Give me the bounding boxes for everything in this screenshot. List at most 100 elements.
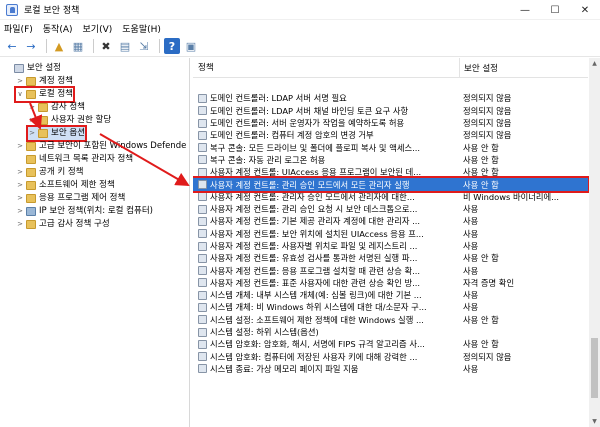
tree-item-content[interactable]: > 보안 옵션: [26, 125, 87, 142]
tree-item[interactable]: 보안 설정: [0, 62, 189, 75]
tree-item[interactable]: > 공개 키 정책: [0, 166, 189, 179]
policy-row[interactable]: 사용자 계정 컨트롤: 관리자 승인 모드에서 관리자에 대한... 비 Wind…: [193, 191, 588, 203]
tree-item-content[interactable]: > IP 보안 정책(위치: 로컬 컴퓨터): [16, 205, 153, 218]
policy-row[interactable]: 시스템 설정: 소프트웨어 제한 정책에 대한 Windows 실행 ... 사용…: [193, 314, 588, 326]
policy-list-pane: 정책 보안 설정 도메인 컨트롤러: LDAP 서버 서명 필요 정의되지 않음 도…: [193, 58, 600, 427]
menu-view[interactable]: 보기(V): [83, 22, 113, 35]
policy-row[interactable]: 시스템 개체: 내부 시스템 개체(예: 심볼 링크)에 대한 기본 ... 사용: [193, 289, 588, 301]
properties-icon[interactable]: ▤: [117, 38, 133, 54]
policy-row[interactable]: [193, 80, 588, 92]
tree-item-content[interactable]: > 계정 정책: [16, 75, 73, 88]
policy-row[interactable]: 시스템 설정: 하위 시스템(옵션): [193, 326, 588, 338]
forward-arrow-icon[interactable]: →: [23, 38, 39, 54]
tree-item[interactable]: > 계정 정책: [0, 75, 189, 88]
chevron-right-icon[interactable]: >: [16, 75, 24, 88]
tree-item[interactable]: > 고급 보안이 포함된 Windows Defende: [0, 140, 189, 153]
tree-item-content[interactable]: > 감사 정책: [28, 101, 85, 114]
chevron-right-icon[interactable]: >: [16, 179, 24, 192]
column-header-security-setting[interactable]: 보안 설정: [460, 62, 498, 74]
tree-item[interactable]: > 고급 감사 정책 구성: [0, 218, 189, 231]
policy-row[interactable]: 도메인 컨트롤러: LDAP 서버 채널 바인딩 토큰 요구 사항 정의되지 않음: [193, 105, 588, 117]
policy-row[interactable]: 도메인 컨트롤러: 컴퓨터 계정 암호의 변경 거부 정의되지 않음: [193, 129, 588, 141]
policy-row[interactable]: 사용자 계정 컨트롤: 관리 승인 요청 시 보안 데스크톱으로... 사용: [193, 203, 588, 215]
tree-item[interactable]: > IP 보안 정책(위치: 로컬 컴퓨터): [0, 205, 189, 218]
policy-setting-icon: [198, 155, 207, 165]
export-list-icon[interactable]: ⇲: [136, 38, 152, 54]
policy-row[interactable]: 도메인 컨트롤러: LDAP 서버 서명 필요 정의되지 않음: [193, 92, 588, 104]
show-tree-icon[interactable]: ▦: [70, 38, 86, 54]
help-icon[interactable]: ?: [164, 38, 180, 54]
security-setting-value: 정의되지 않음: [463, 105, 512, 116]
tree-item-content[interactable]: > 응용 프로그램 제어 정책: [16, 192, 125, 205]
policy-cell: 시스템 종료: 가상 메모리 페이지 파일 지움: [193, 363, 460, 375]
chevron-right-icon[interactable]: >: [16, 205, 24, 218]
policy-name: 시스템 암호화: 암호화, 해시, 서명에 FIPS 규격 알고리즘 사...: [210, 339, 425, 350]
policy-row[interactable]: 사용자 계정 컨트롤: 보안 위치에 설치된 UIAccess 응용 프... 사…: [193, 228, 588, 240]
minimize-button[interactable]: —: [510, 0, 540, 20]
policy-row[interactable]: 사용자 계정 컨트롤: 유효성 검사를 통과한 서명된 실행 파... 사용 안 …: [193, 252, 588, 264]
chevron-right-icon[interactable]: >: [28, 127, 36, 140]
tree-item[interactable]: > 보안 옵션: [0, 125, 189, 142]
menu-file[interactable]: 파일(F): [4, 22, 33, 35]
policy-row[interactable]: 시스템 종료: 가상 메모리 페이지 파일 지움 사용: [193, 363, 588, 375]
policy-row[interactable]: 사용자 계정 컨트롤: 표준 사용자에 대한 관련 상승 확인 방... 자격 증…: [193, 277, 588, 289]
tree-item-label: 감사 정책: [51, 102, 85, 112]
policy-row[interactable]: 복구 콘솔: 모든 드라이브 및 폴더에 플로피 복사 및 액세스... 사용 안…: [193, 141, 588, 153]
tree-item-content[interactable]: > 고급 보안이 포함된 Windows Defende: [16, 140, 186, 153]
policy-setting-icon: [198, 352, 207, 362]
scroll-up-icon[interactable]: ▲: [589, 58, 600, 69]
maximize-button[interactable]: ☐: [540, 0, 570, 20]
policy-row[interactable]: 시스템 암호화: 컴퓨터에 저장된 사용자 키에 대해 강력한 ... 정의되지 …: [193, 351, 588, 363]
tree-item-label: 사용자 권한 할당: [51, 115, 112, 125]
tree-item[interactable]: > 소프트웨어 제한 정책: [0, 179, 189, 192]
policy-row[interactable]: 시스템 암호화: 암호화, 해시, 서명에 FIPS 규격 알고리즘 사... 사…: [193, 338, 588, 350]
menu-help[interactable]: 도움말(H): [122, 22, 161, 35]
chevron-right-icon[interactable]: >: [28, 114, 36, 127]
chevron-right-icon[interactable]: >: [28, 101, 36, 114]
back-arrow-icon[interactable]: ←: [4, 38, 20, 54]
policy-row[interactable]: 사용자 계정 컨트롤: 응용 프로그램 설치할 때 관련 상승 확... 사용: [193, 264, 588, 276]
view-icon[interactable]: ▣: [183, 38, 199, 54]
selected-policy-row[interactable]: 사용자 계정 컨트롤: 관리 승인 모드에서 모든 관리자 실행 사용 안 함: [193, 176, 590, 193]
chevron-down-icon[interactable]: ∨: [16, 88, 24, 101]
column-header-policy[interactable]: 정책: [193, 58, 460, 78]
chevron-right-icon[interactable]: >: [16, 166, 24, 179]
scrollbar-thumb[interactable]: [591, 338, 598, 398]
tree-item-content[interactable]: 보안 설정: [4, 62, 61, 75]
toolbar-divider: [46, 39, 47, 53]
policy-setting-icon: [198, 180, 207, 190]
close-button[interactable]: ✕: [570, 0, 600, 20]
scroll-down-icon[interactable]: ▼: [589, 416, 600, 427]
policy-row[interactable]: 시스템 개체: 비 Windows 하위 시스템에 대한 대/소문자 구... 사…: [193, 301, 588, 313]
tree-item-content[interactable]: ∨ 로컬 정책: [14, 86, 75, 103]
security-setting-value: 사용 안 함: [463, 167, 499, 178]
delete-icon[interactable]: ✖: [98, 38, 114, 54]
policy-cell: 시스템 설정: 소프트웨어 제한 정책에 대한 Windows 실행 ...: [193, 314, 460, 326]
tree-item[interactable]: ∨ 로컬 정책: [0, 86, 189, 103]
chevron-right-icon[interactable]: >: [16, 218, 24, 231]
policy-row[interactable]: 사용자 계정 컨트롤: UIAccess 응용 프로그램이 보안된 데... 사용…: [193, 166, 588, 178]
tree-item-content[interactable]: > 공개 키 정책: [16, 166, 84, 179]
menu-action[interactable]: 동작(A): [43, 22, 73, 35]
tree-item[interactable]: > 사용자 권한 할당: [0, 114, 189, 127]
tree-item-label: 계정 정책: [39, 76, 73, 86]
policy-row[interactable]: 사용자 계정 컨트롤: 기본 제공 관리자 계정에 대한 관리자 ... 사용: [193, 215, 588, 227]
policy-row[interactable]: 복구 콘솔: 자동 관리 로그온 허용 사용 안 함: [193, 154, 588, 166]
tree-item-content[interactable]: > 소프트웨어 제한 정책: [16, 179, 115, 192]
tree-item-content[interactable]: > 사용자 권한 할당: [28, 114, 111, 127]
security-setting-value: 사용 안 함: [463, 179, 499, 190]
tree-item-content[interactable]: > 고급 감사 정책 구성: [16, 218, 110, 231]
tree-item[interactable]: > 감사 정책: [0, 101, 189, 114]
tree-item-label: 응용 프로그램 제어 정책: [39, 193, 126, 203]
policy-row[interactable]: 도메인 컨트롤러: 서버 운영자가 작업을 예약하도록 허용 정의되지 않음: [193, 117, 588, 129]
up-folder-icon[interactable]: ▲: [51, 38, 67, 54]
folder-icon: [26, 90, 36, 99]
vertical-scrollbar[interactable]: ▲ ▼: [589, 58, 600, 427]
tree-item[interactable]: > 응용 프로그램 제어 정책: [0, 192, 189, 205]
chevron-right-icon[interactable]: >: [16, 192, 24, 205]
policy-row[interactable]: 사용자 계정 컨트롤: 사용자별 위치로 파일 및 레지스트리 ... 사용: [193, 240, 588, 252]
policy-name: 복구 콘솔: 자동 관리 로그온 허용: [210, 154, 326, 165]
chevron-right-icon[interactable]: >: [16, 140, 24, 153]
tree-item-content[interactable]: 네트워크 목록 관리자 정책: [16, 153, 133, 166]
tree-item[interactable]: 네트워크 목록 관리자 정책: [0, 153, 189, 166]
